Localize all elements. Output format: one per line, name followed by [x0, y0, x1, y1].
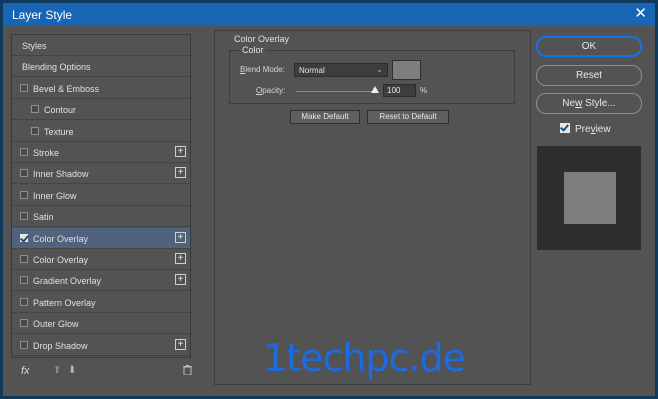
style-item[interactable]: Texture: [12, 121, 190, 142]
new-style-button[interactable]: New Style...: [536, 93, 642, 114]
style-item-label: Gradient Overlay: [33, 276, 102, 287]
style-checkbox[interactable]: [20, 148, 28, 156]
add-icon[interactable]: +: [175, 146, 186, 157]
opacity-label: Opacity:: [256, 86, 286, 95]
style-item[interactable]: Stroke +: [12, 142, 190, 163]
close-icon[interactable]: ✕: [634, 5, 647, 23]
style-item[interactable]: Bevel & Emboss: [12, 78, 190, 99]
style-checkbox[interactable]: [20, 212, 28, 221]
style-checkbox[interactable]: [20, 169, 28, 178]
watermark: 1techpc.de: [263, 336, 466, 380]
style-item[interactable]: Gradient Overlay +: [12, 270, 190, 292]
style-item-label: Pattern Overlay: [33, 297, 96, 308]
style-item-label: Color Overlay: [33, 233, 89, 244]
style-item[interactable]: Drop Shadow +: [12, 335, 190, 356]
styles-list-footer: fx ⬆ ⬇: [11, 360, 192, 382]
style-item[interactable]: Outer Glow: [12, 313, 190, 335]
preview-label: Preview: [575, 124, 611, 135]
style-checkbox[interactable]: [20, 255, 28, 263]
style-item[interactable]: Blending Options: [12, 56, 190, 78]
opacity-slider-track[interactable]: [296, 91, 378, 92]
style-checkbox[interactable]: [20, 83, 28, 92]
style-item[interactable]: Satin: [12, 206, 190, 228]
group-title: Color Overlay: [234, 34, 290, 44]
add-icon[interactable]: +: [175, 274, 186, 286]
style-item-label: Color Overlay: [33, 255, 89, 265]
opacity-slider-thumb[interactable]: [371, 86, 379, 93]
style-checkbox[interactable]: [20, 297, 28, 306]
fx-icon[interactable]: fx: [21, 365, 30, 377]
style-item-label: Bevel & Emboss: [33, 83, 100, 94]
opacity-unit: %: [420, 86, 428, 95]
blend-mode-label: Blend Mode:: [240, 65, 285, 74]
style-item-label: Drop Shadow: [33, 340, 88, 351]
style-item-label: Stroke: [33, 148, 60, 158]
style-checkbox[interactable]: [31, 105, 39, 114]
blend-mode-value: Normal: [299, 66, 325, 75]
color-group-title: Color: [240, 45, 266, 55]
add-icon[interactable]: +: [175, 231, 186, 243]
style-item-label: Inner Glow: [33, 190, 77, 201]
style-item[interactable]: Styles: [12, 35, 190, 56]
preview-thumbnail: [537, 146, 641, 250]
reset-to-default-button[interactable]: Reset to Default: [367, 110, 449, 124]
styles-list: Styles Blending Options Bevel & Emboss Cont…: [11, 34, 191, 358]
add-icon[interactable]: +: [175, 338, 186, 350]
overlay-color-swatch[interactable]: [392, 60, 421, 80]
style-checkbox[interactable]: [31, 126, 39, 135]
preview-swatch: [564, 172, 616, 224]
title-bar: Layer Style ✕: [3, 3, 655, 26]
style-item[interactable]: Inner Shadow +: [12, 163, 190, 185]
style-item-label: Contour: [44, 105, 77, 116]
preview-toggle[interactable]: Preview: [560, 122, 611, 135]
style-item-label: Inner Shadow: [33, 169, 89, 180]
style-item[interactable]: Contour: [12, 99, 190, 121]
style-checkbox[interactable]: [20, 190, 28, 199]
move-up-icon[interactable]: ⬆: [53, 365, 61, 376]
color-group-box: [229, 50, 515, 104]
style-item-label: Blending Options: [22, 62, 91, 73]
opacity-input[interactable]: 100: [383, 84, 416, 97]
style-item-label: Outer Glow: [33, 319, 79, 330]
style-checkbox[interactable]: [20, 319, 28, 328]
reset-button[interactable]: Reset: [536, 65, 642, 86]
style-checkbox[interactable]: [20, 340, 28, 349]
style-checkbox[interactable]: [20, 276, 28, 285]
blend-mode-select[interactable]: Normal ⌄: [294, 63, 388, 77]
style-item[interactable]: Inner Glow: [12, 185, 190, 206]
chevron-down-icon: ⌄: [376, 65, 383, 74]
style-item[interactable]: Color Overlay +: [12, 227, 190, 249]
style-item-label: Texture: [44, 126, 74, 137]
style-checkbox[interactable]: [20, 233, 28, 242]
add-icon[interactable]: +: [175, 167, 186, 179]
style-item[interactable]: Pattern Overlay: [12, 292, 190, 313]
style-item-label: Styles: [22, 41, 47, 51]
window-title: Layer Style: [12, 8, 73, 22]
trash-icon[interactable]: [183, 365, 192, 378]
style-item[interactable]: Color Overlay +: [12, 249, 190, 270]
make-default-button[interactable]: Make Default: [290, 110, 360, 124]
style-item-label: Satin: [33, 212, 54, 223]
add-icon[interactable]: +: [175, 253, 186, 264]
move-down-icon[interactable]: ⬇: [68, 365, 76, 376]
preview-checkbox[interactable]: [560, 123, 570, 133]
ok-button[interactable]: OK: [536, 36, 642, 57]
